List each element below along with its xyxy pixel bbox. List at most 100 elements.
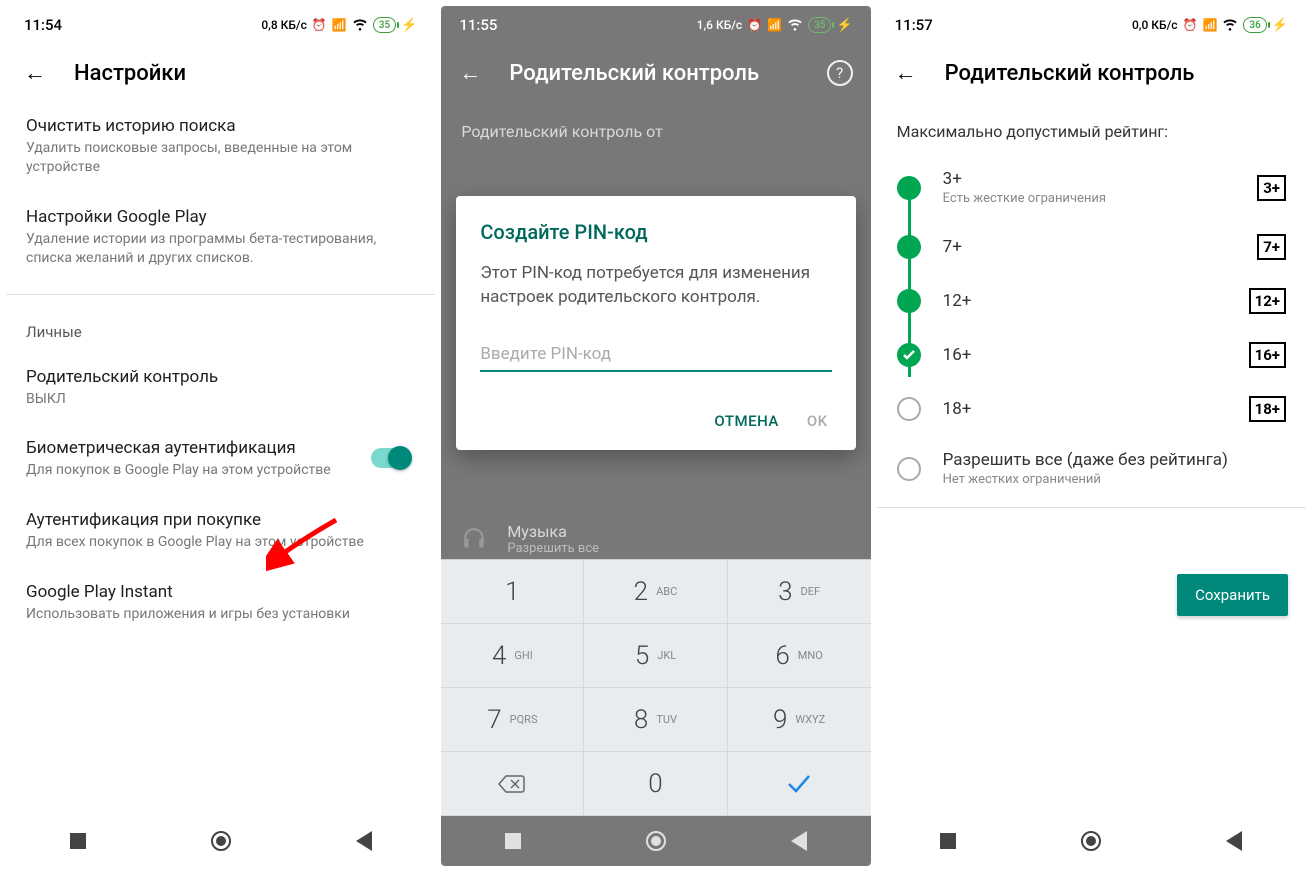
back-button[interactable]: ←: [895, 60, 917, 86]
ok-button[interactable]: OK: [807, 412, 828, 430]
key-0[interactable]: 0: [584, 752, 727, 816]
radio-off[interactable]: [897, 457, 921, 481]
header: ← Родительский контроль ?: [441, 44, 870, 102]
net-speed: 0,8 КБ/с: [261, 18, 307, 32]
radio-on[interactable]: [897, 176, 921, 200]
screen-settings: 11:54 0,8 КБ/с ⏰ 📶 35 ⚡ ← Настройки Очис…: [6, 6, 435, 866]
pin-dialog: Создайте PIN-код Этот PIN-код потребуетс…: [456, 196, 855, 450]
back-nav-button[interactable]: [353, 830, 375, 852]
signal-icon: 📶: [1202, 18, 1217, 32]
charge-icon: ⚡: [836, 18, 852, 33]
radio-off[interactable]: [897, 397, 921, 421]
item-sub: ВЫКЛ: [26, 390, 415, 409]
item-sub: Для покупок в Google Play на этом устрой…: [26, 461, 371, 480]
screen-rating: 11:57 0,0 КБ/с ⏰ 📶 36 ⚡ ← Родительский к…: [877, 6, 1306, 866]
item-sub: Удаление истории из программы бета-тести…: [26, 230, 415, 268]
key-2[interactable]: 2ABC: [584, 560, 727, 624]
battery-icon: 36: [1243, 17, 1266, 33]
status-indicators: 1,6 КБ/с ⏰ 📶 35 ⚡: [697, 16, 853, 35]
key-enter[interactable]: [728, 752, 871, 816]
charge-icon: ⚡: [401, 18, 417, 33]
key-4[interactable]: 4GHI: [441, 624, 584, 688]
page-title: Настройки: [74, 61, 186, 86]
item-sub: Для всех покупок в Google Play на этом у…: [26, 533, 415, 552]
back-button[interactable]: ←: [24, 60, 46, 86]
home-button[interactable]: [645, 830, 667, 852]
dialog-title: Создайте PIN-код: [480, 220, 831, 244]
play-settings[interactable]: Настройки Google Play Удаление истории и…: [6, 193, 435, 284]
home-button[interactable]: [1080, 830, 1102, 852]
rating-badge: 3+: [1257, 175, 1286, 201]
purchase-auth[interactable]: Аутентификация при покупке Для всех поку…: [6, 496, 435, 568]
back-nav-button[interactable]: [1223, 830, 1245, 852]
key-7[interactable]: 7PQRS: [441, 688, 584, 752]
item-title: Google Play Instant: [26, 582, 415, 602]
check-icon: [785, 773, 813, 795]
back-button[interactable]: ←: [459, 60, 481, 86]
toggle-switch[interactable]: [371, 448, 409, 468]
rating-label: 12+: [943, 291, 1227, 311]
rating-18plus[interactable]: 18+ 18+: [877, 382, 1306, 436]
rating-allow-all[interactable]: Разрешить все (даже без рейтинга) Нет же…: [877, 436, 1306, 501]
back-nav-button[interactable]: [788, 830, 810, 852]
item-title: Аутентификация при покупке: [26, 510, 415, 530]
cancel-button[interactable]: ОТМЕНА: [714, 412, 778, 430]
clock: 11:54: [24, 16, 62, 34]
item-sub: Использовать приложения и игры без устан…: [26, 605, 415, 624]
play-instant[interactable]: Google Play Instant Использовать приложе…: [6, 568, 435, 640]
rating-list: 3+ Есть жесткие ограничения 3+ 7+ 7+ 12+…: [877, 155, 1306, 501]
rating-badge: 16+: [1249, 342, 1286, 368]
key-5[interactable]: 5JKL: [584, 624, 727, 688]
recents-button[interactable]: [67, 830, 89, 852]
rating-sub: Нет жестких ограничений: [943, 472, 1286, 487]
biometric-auth[interactable]: Биометрическая аутентификация Для покупо…: [6, 424, 435, 496]
rating-label: 7+: [943, 237, 1236, 257]
clear-search-history[interactable]: Очистить историю поиска Удалить поисковы…: [6, 102, 435, 193]
numeric-keypad: 1 2ABC 3DEF 4GHI 5JKL 6MNO 7PQRS 8TUV 9W…: [441, 559, 870, 816]
settings-list[interactable]: Очистить историю поиска Удалить поисковы…: [6, 102, 435, 816]
backspace-icon: [498, 774, 526, 794]
key-1[interactable]: 1: [441, 560, 584, 624]
home-button[interactable]: [210, 830, 232, 852]
radio-on[interactable]: [897, 289, 921, 313]
rating-label: 18+: [943, 399, 1227, 419]
recents-button[interactable]: [502, 830, 524, 852]
header: ← Настройки: [6, 44, 435, 102]
nav-bar: [441, 816, 870, 866]
page-title: Родительский контроль: [945, 61, 1195, 86]
key-backspace[interactable]: [441, 752, 584, 816]
rating-3plus[interactable]: 3+ Есть жесткие ограничения 3+: [877, 155, 1306, 220]
recents-button[interactable]: [937, 830, 959, 852]
key-8[interactable]: 8TUV: [584, 688, 727, 752]
key-9[interactable]: 9WXYZ: [728, 688, 871, 752]
section-personal: Личные: [6, 305, 435, 353]
parental-control[interactable]: Родительский контроль ВЫКЛ: [6, 353, 435, 425]
key-6[interactable]: 6MNO: [728, 624, 871, 688]
dimmed-content: Родительский контроль от Создайте PIN-ко…: [441, 102, 870, 559]
rating-label: 16+: [943, 345, 1227, 365]
item-title: Родительский контроль: [26, 367, 415, 387]
bg-toggle-row: Родительский контроль от: [441, 102, 870, 161]
alarm-icon: ⏰: [1183, 18, 1198, 32]
headphones-icon: [461, 526, 487, 552]
net-speed: 0,0 КБ/с: [1132, 18, 1178, 32]
save-button[interactable]: Сохранить: [1177, 574, 1288, 616]
item-title: Настройки Google Play: [26, 207, 415, 227]
annotation-arrow: [266, 512, 346, 572]
header: ← Родительский контроль: [877, 44, 1306, 102]
rating-16plus[interactable]: 16+ 16+: [877, 328, 1306, 382]
check-icon: [901, 347, 917, 363]
radio-selected[interactable]: [897, 343, 921, 367]
rating-content: Максимально допустимый рейтинг: 3+ Есть …: [877, 102, 1306, 816]
signal-icon: 📶: [332, 18, 347, 32]
rating-label: Разрешить все (даже без рейтинга): [943, 450, 1286, 470]
item-title: Очистить историю поиска: [26, 116, 415, 136]
alarm-icon: ⏰: [312, 18, 327, 32]
key-3[interactable]: 3DEF: [728, 560, 871, 624]
status-bar: 11:54 0,8 КБ/с ⏰ 📶 35 ⚡: [6, 6, 435, 44]
help-icon[interactable]: ?: [827, 60, 853, 86]
pin-input[interactable]: [480, 338, 831, 372]
rating-12plus[interactable]: 12+ 12+: [877, 274, 1306, 328]
rating-7plus[interactable]: 7+ 7+: [877, 220, 1306, 274]
radio-on[interactable]: [897, 235, 921, 259]
